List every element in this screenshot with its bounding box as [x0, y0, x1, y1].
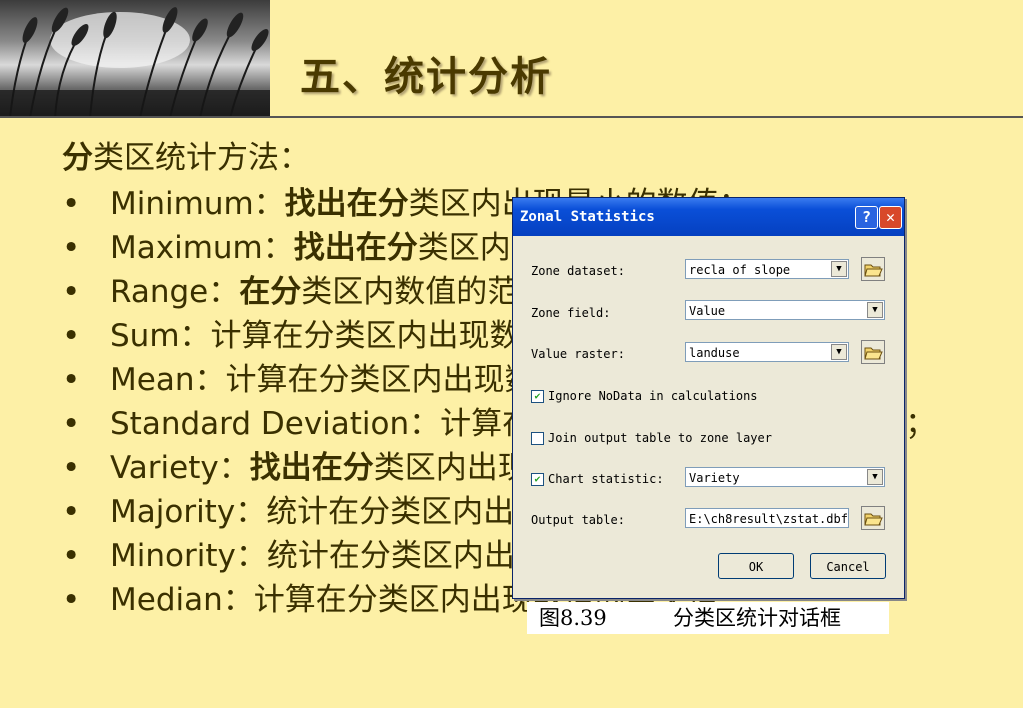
bullet-icon: • — [62, 450, 81, 486]
stat-term: Mean — [110, 362, 195, 398]
stat-colon: ： — [208, 274, 240, 310]
chevron-down-icon[interactable]: ▼ — [831, 261, 847, 277]
intro-text: 类区统计方法： — [93, 140, 310, 176]
stat-term: Minimum — [110, 186, 254, 222]
chart-statistic-checkbox[interactable]: ✔ Chart statistic: — [531, 472, 664, 486]
bullet-icon: • — [62, 582, 81, 618]
zone-field-value: Value — [689, 304, 726, 318]
bullet-icon: • — [62, 230, 81, 266]
stat-bold-text: 找出在分 — [284, 186, 409, 222]
ignore-nodata-label: Ignore NoData in calculations — [548, 389, 758, 403]
close-button[interactable]: ✕ — [879, 206, 902, 229]
stat-colon: ： — [218, 450, 250, 486]
stat-term: Standard Deviation — [110, 406, 410, 442]
chevron-down-icon[interactable]: ▼ — [867, 302, 883, 318]
zone-field-label: Zone field: — [531, 306, 611, 320]
open-folder-icon — [864, 347, 883, 360]
join-output-label: Join output table to zone layer — [548, 431, 772, 445]
value-raster-label: Value raster: — [531, 347, 625, 361]
bullet-icon: • — [62, 186, 81, 222]
chart-statistic-label: Chart statistic: — [548, 472, 664, 486]
stat-term: Minority — [110, 538, 236, 574]
bullet-icon: • — [62, 494, 81, 530]
output-table-input[interactable]: E:\ch8result\zstat.dbf — [685, 508, 849, 528]
open-folder-icon — [864, 513, 883, 526]
stat-bold-text: 在分 — [239, 274, 302, 310]
stat-colon: ： — [253, 186, 285, 222]
wheat-field-photo — [0, 0, 270, 118]
ok-button[interactable]: OK — [718, 553, 794, 579]
header-divider — [0, 116, 1023, 118]
chevron-down-icon[interactable]: ▼ — [831, 344, 847, 360]
zone-field-select[interactable]: Value ▼ — [685, 300, 885, 320]
cancel-button[interactable]: Cancel — [810, 553, 886, 579]
figure-number: 图8.39 — [539, 606, 607, 630]
stat-colon: ： — [409, 406, 441, 442]
zone-dataset-label: Zone dataset: — [531, 264, 625, 278]
stat-colon: ： — [262, 230, 294, 266]
bullet-icon: • — [62, 318, 81, 354]
zone-dataset-browse-button[interactable] — [861, 257, 885, 281]
zone-dataset-value: recla of slope — [689, 263, 791, 277]
figure-caption-text: 分类区统计对话框 — [673, 606, 841, 630]
join-output-checkbox[interactable]: Join output table to zone layer — [531, 431, 772, 445]
checkbox-box[interactable] — [531, 432, 544, 445]
bullet-icon: • — [62, 274, 81, 310]
checkmark-icon[interactable]: ✔ — [531, 473, 544, 486]
value-raster-value: landuse — [689, 346, 740, 360]
dialog-title: Zonal Statistics — [520, 209, 655, 225]
stat-colon: ： — [179, 318, 211, 354]
stat-bold-text: 找出在分 — [293, 230, 418, 266]
zone-dataset-select[interactable]: recla of slope ▼ — [685, 259, 849, 279]
chevron-down-icon[interactable]: ▼ — [867, 469, 883, 485]
stat-term: Median — [110, 582, 223, 618]
value-raster-select[interactable]: landuse ▼ — [685, 342, 849, 362]
stat-colon: ： — [235, 538, 267, 574]
dialog-titlebar[interactable]: Zonal Statistics ? ✕ — [513, 198, 904, 236]
figure-caption: 图8.39 分类区统计对话框 — [527, 602, 889, 634]
chart-statistic-value: Variety — [689, 471, 740, 485]
help-button[interactable]: ? — [855, 206, 878, 229]
intro-line: 分类区统计方法： — [62, 138, 962, 178]
output-table-browse-button[interactable] — [861, 506, 885, 530]
stat-term: Maximum — [110, 230, 263, 266]
stat-term: Majority — [110, 494, 236, 530]
checkmark-icon[interactable]: ✔ — [531, 390, 544, 403]
bullet-icon: • — [62, 362, 81, 398]
open-folder-icon — [864, 264, 883, 277]
value-raster-browse-button[interactable] — [861, 340, 885, 364]
output-table-value: E:\ch8result\zstat.dbf — [689, 512, 848, 526]
stat-term: Sum — [110, 318, 180, 354]
ignore-nodata-checkbox[interactable]: ✔ Ignore NoData in calculations — [531, 389, 758, 403]
stat-colon: ： — [194, 362, 226, 398]
bullet-icon: • — [62, 406, 81, 442]
chart-statistic-select[interactable]: Variety ▼ — [685, 467, 885, 487]
stat-colon: ： — [235, 494, 267, 530]
stat-colon: ： — [222, 582, 254, 618]
stat-bold-text: 找出在分 — [249, 450, 374, 486]
stat-term: Range — [110, 274, 209, 310]
bullet-icon: • — [62, 538, 81, 574]
intro-bold: 分 — [62, 140, 93, 176]
zonal-statistics-dialog: Zonal Statistics ? ✕ Zone dataset: recla… — [512, 197, 905, 599]
stat-term: Variety — [110, 450, 219, 486]
slide: 五、统计分析 分类区统计方法： •Minimum：找出在分类区内出现最小的数值；… — [0, 0, 1023, 708]
page-title: 五、统计分析 — [300, 54, 552, 100]
output-table-label: Output table: — [531, 513, 625, 527]
